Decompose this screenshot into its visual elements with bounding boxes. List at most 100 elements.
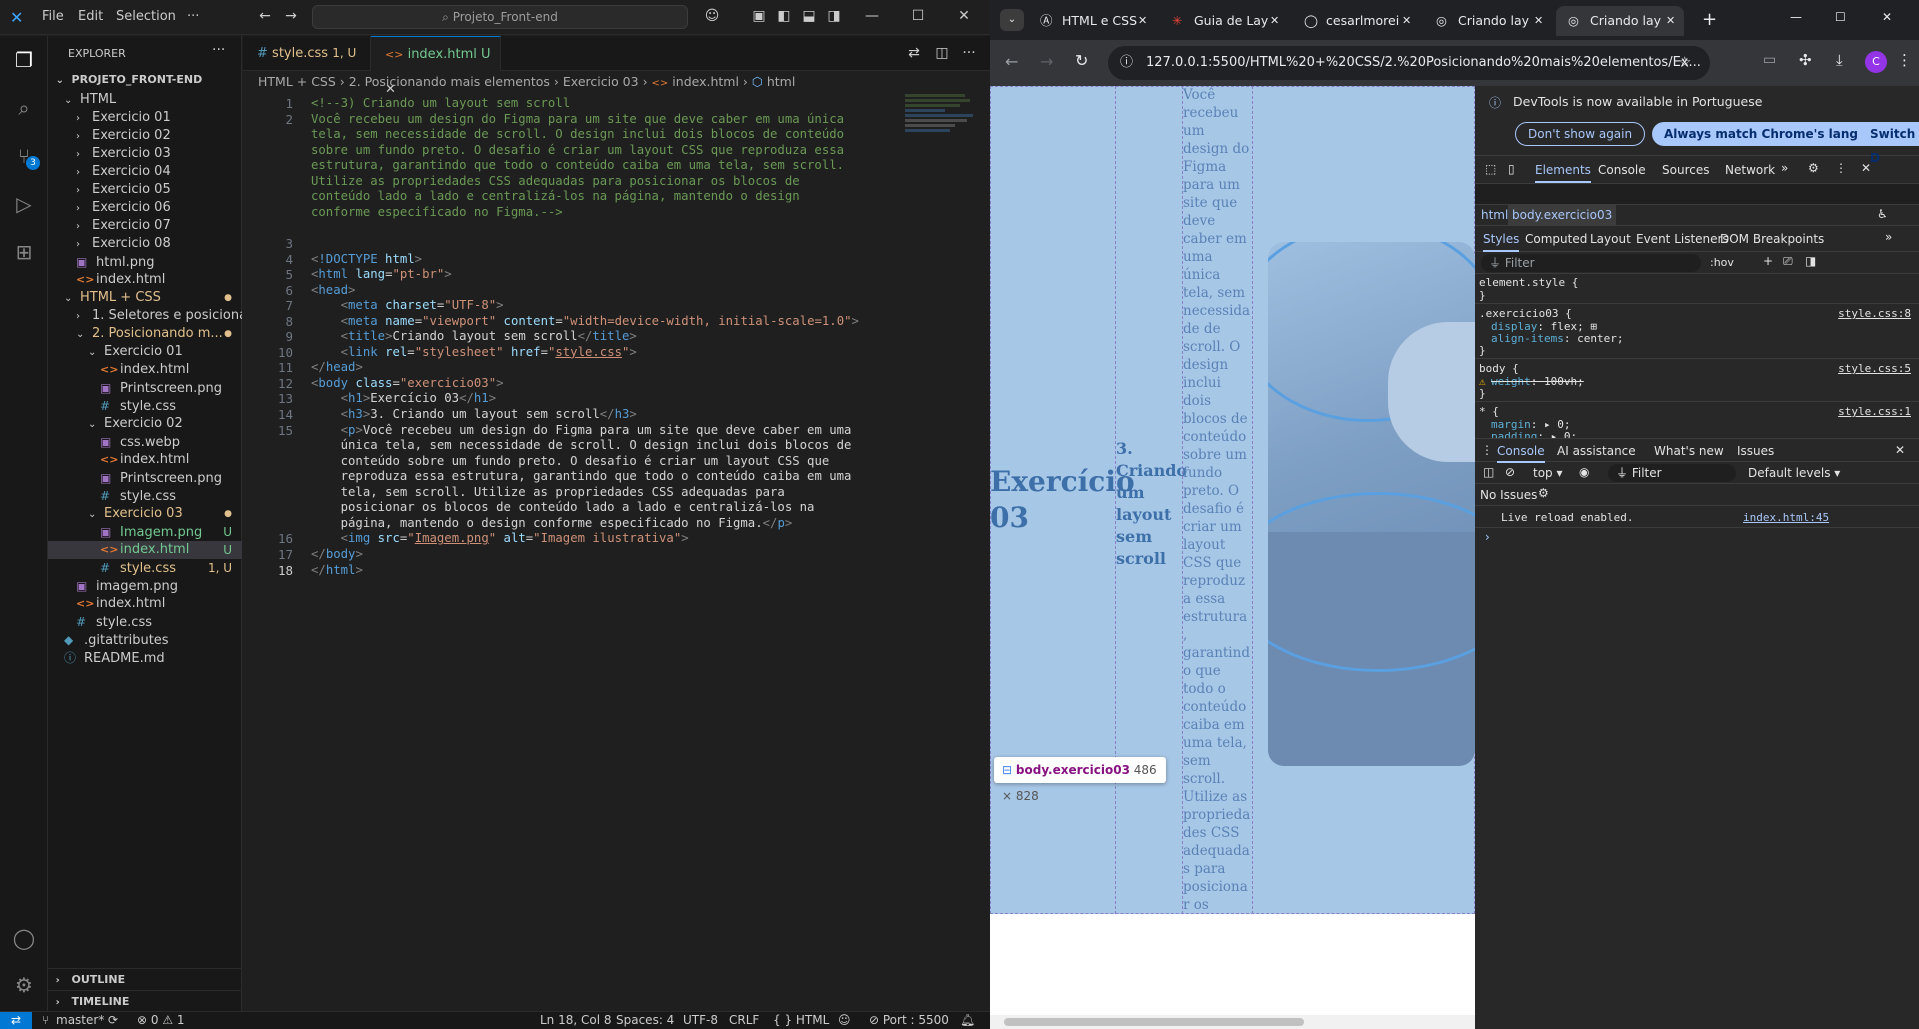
code-line[interactable]: tela, sem necessidade de scroll. O desig… — [311, 127, 844, 142]
extensions-puzzle-icon[interactable]: ✣ — [1799, 51, 1812, 69]
tree-folder[interactable]: › Exercicio 02 — [48, 127, 242, 145]
tree-folder[interactable]: › 1. Seletores e posiciona... — [48, 307, 242, 325]
accessibility-icon[interactable]: ♿︎ — [1877, 207, 1888, 221]
code-line[interactable]: reproduza essa estrutura, garantindo que… — [311, 469, 852, 484]
tree-file[interactable]: ⓘ README.md — [48, 649, 242, 667]
layout-icon[interactable]: ▣ — [750, 7, 768, 25]
browser-tab-close-icon[interactable]: ✕ — [1666, 6, 1675, 36]
style-property[interactable]: weight: 100vh; ⚠ — [1479, 375, 1584, 388]
clear-console-icon[interactable]: ⊘ — [1505, 465, 1515, 479]
settings-gear-icon[interactable]: ⚙ — [10, 971, 38, 999]
console-sidebar-icon[interactable]: ◫ — [1483, 465, 1494, 479]
breadcrumb-item[interactable]: Exercicio 03 — [563, 74, 639, 89]
crumb-body[interactable]: body.exercicio03 — [1508, 205, 1617, 226]
search-icon[interactable]: ⌕ — [10, 94, 38, 122]
code-line[interactable]: conteúdo sobre um fundo preto. O desafio… — [311, 454, 830, 469]
tree-folder[interactable]: ⌄ 2. Posicionando m... ● — [48, 325, 242, 343]
cursor-position[interactable]: Ln 18, Col 8 — [540, 1012, 612, 1029]
maximize-icon[interactable]: ☐ — [909, 7, 927, 25]
tree-folder[interactable]: › Exercicio 08 — [48, 235, 242, 253]
tree-folder[interactable]: ⌄ Exercicio 03 ● — [48, 505, 242, 523]
split-editor-icon[interactable]: ◫ — [933, 44, 951, 62]
end-of-line[interactable]: CRLF — [729, 1012, 759, 1029]
address-bar[interactable]: ⓘ 127.0.0.1:5500/HTML%20+%20CSS/2.%20Pos… — [1108, 46, 1710, 80]
rule-selector[interactable]: * { — [1479, 405, 1499, 418]
minimize-icon[interactable]: — — [863, 7, 881, 25]
code-line[interactable]: </html> — [311, 563, 363, 578]
code-line[interactable]: única tela, sem necessidade de scroll. O… — [311, 438, 852, 453]
browser-menu-icon[interactable]: ⋮ — [1897, 51, 1912, 69]
dom-tree-peek[interactable] — [1475, 184, 1919, 204]
breadcrumb-item[interactable]: index.html — [672, 74, 739, 89]
drawer-menu-icon[interactable]: ⋮ — [1481, 443, 1493, 457]
style-property[interactable]: align-items: center; — [1491, 332, 1623, 345]
cast-icon[interactable]: ▭ — [1763, 52, 1776, 68]
hover-state-toggle[interactable]: :hov — [1710, 256, 1734, 269]
close-window-icon[interactable]: ✕ — [955, 7, 973, 25]
encoding[interactable]: UTF-8 — [683, 1012, 718, 1029]
drawer-tab-ai[interactable]: AI assistance — [1557, 444, 1636, 458]
menu-selection[interactable]: Selection — [116, 9, 176, 24]
editor-more-icon[interactable]: ··· — [960, 44, 978, 62]
tree-folder[interactable]: › Exercicio 05 — [48, 181, 242, 199]
subtab-computed[interactable]: Computed — [1525, 232, 1587, 246]
code-line[interactable]: </body> — [311, 547, 363, 562]
context-selector[interactable]: top ▾ — [1533, 466, 1563, 480]
outline-section[interactable]: › OUTLINE — [48, 968, 242, 990]
browser-tab[interactable]: Ⓐ HTML e CSS ✕ — [1028, 6, 1156, 36]
toggle-panel-icon[interactable]: ⬓ — [800, 7, 818, 25]
explorer-more-icon[interactable]: ··· — [212, 42, 225, 58]
code-line[interactable]: tela, sem scroll. Utilize as propriedade… — [311, 485, 785, 500]
code-line[interactable]: <title>Criando layout sem scroll</title> — [311, 329, 637, 344]
code-line[interactable]: <p>Você recebeu um design do Figma para … — [311, 423, 852, 438]
code-line[interactable]: <body class="exercicio03"> — [311, 376, 504, 391]
menu-file[interactable]: File — [42, 9, 64, 24]
language-mode[interactable]: { } HTML — [773, 1012, 829, 1029]
drawer-tab-issues[interactable]: Issues — [1737, 444, 1774, 458]
git-branch[interactable]: master* — [56, 1012, 104, 1029]
problems-status[interactable]: ⊗ 0 ⚠ 1 — [137, 1012, 185, 1029]
drawer-close-icon[interactable]: ✕ — [1895, 443, 1905, 457]
browser-close-icon[interactable]: ✕ — [1882, 10, 1892, 24]
browser-tab[interactable]: ✳ Guia de Lay ✕ — [1160, 6, 1288, 36]
tree-file[interactable]: ▣ css.webp — [48, 433, 242, 451]
style-property[interactable]: padding: ▸ 0; — [1491, 430, 1577, 438]
browser-forward-icon[interactable]: → — [1040, 52, 1053, 71]
rule-selector[interactable]: .exercicio03 { — [1479, 307, 1572, 320]
code-line[interactable]: <html lang="pt-br"> — [311, 267, 452, 282]
rule-source[interactable]: style.css:5 — [1838, 362, 1911, 375]
code-line[interactable]: <meta charset="UTF-8"> — [311, 298, 504, 313]
code-line[interactable]: página, mantendo o design conforme espec… — [311, 516, 793, 531]
live-expression-eye-icon[interactable]: ◉ — [1579, 465, 1589, 479]
browser-back-icon[interactable]: ← — [1005, 52, 1018, 71]
command-center-search[interactable]: ⌕ Projeto_Front-end — [312, 5, 688, 29]
subtab-event-listeners[interactable]: Event Listeners — [1636, 232, 1729, 246]
account-icon[interactable]: ◯ — [10, 924, 38, 952]
subtab-styles[interactable]: Styles — [1483, 232, 1520, 252]
tree-file[interactable]: <> index.html — [48, 451, 242, 469]
tree-folder[interactable]: › Exercicio 06 — [48, 199, 242, 217]
log-levels-dropdown[interactable]: Default levels ▾ — [1748, 466, 1840, 480]
code-line[interactable]: estrutura, garantindo que todo o conteúd… — [311, 158, 844, 173]
tree-file[interactable]: ▣ imagem.png — [48, 577, 242, 595]
breadcrumb-item[interactable]: 2. Posicionando mais elementos — [349, 74, 550, 89]
console-prompt-icon[interactable]: › — [1485, 530, 1490, 544]
code-line[interactable]: <head> — [311, 283, 355, 298]
browser-tab[interactable]: ◯ cesarlmorei ✕ — [1292, 6, 1420, 36]
code-line[interactable]: <!DOCTYPE html> — [311, 252, 422, 267]
more-tabs-icon[interactable]: » — [1781, 161, 1788, 175]
run-debug-icon[interactable]: ▷ — [10, 190, 38, 218]
copilot-icon[interactable]: ☺ — [703, 7, 721, 25]
breadcrumb-item[interactable]: html — [767, 74, 795, 89]
devtools-tab-sources[interactable]: Sources — [1662, 163, 1709, 177]
bookmark-star-icon[interactable]: ☆ — [1678, 53, 1691, 71]
menu-edit[interactable]: Edit — [78, 9, 103, 24]
crumb-html[interactable]: html — [1481, 208, 1508, 222]
console-log-source[interactable]: index.html:45 — [1743, 511, 1829, 524]
devtools-tab-network[interactable]: Network — [1725, 163, 1775, 177]
tree-folder[interactable]: › Exercicio 04 — [48, 163, 242, 181]
device-toolbar-icon[interactable]: ▯ — [1508, 162, 1515, 176]
site-info-icon[interactable]: ⓘ — [1120, 46, 1133, 80]
browser-tab[interactable]: ◎ Criando lay ✕ — [1424, 6, 1552, 36]
console-filter-input[interactable]: ⏚ Filter — [1608, 464, 1736, 482]
